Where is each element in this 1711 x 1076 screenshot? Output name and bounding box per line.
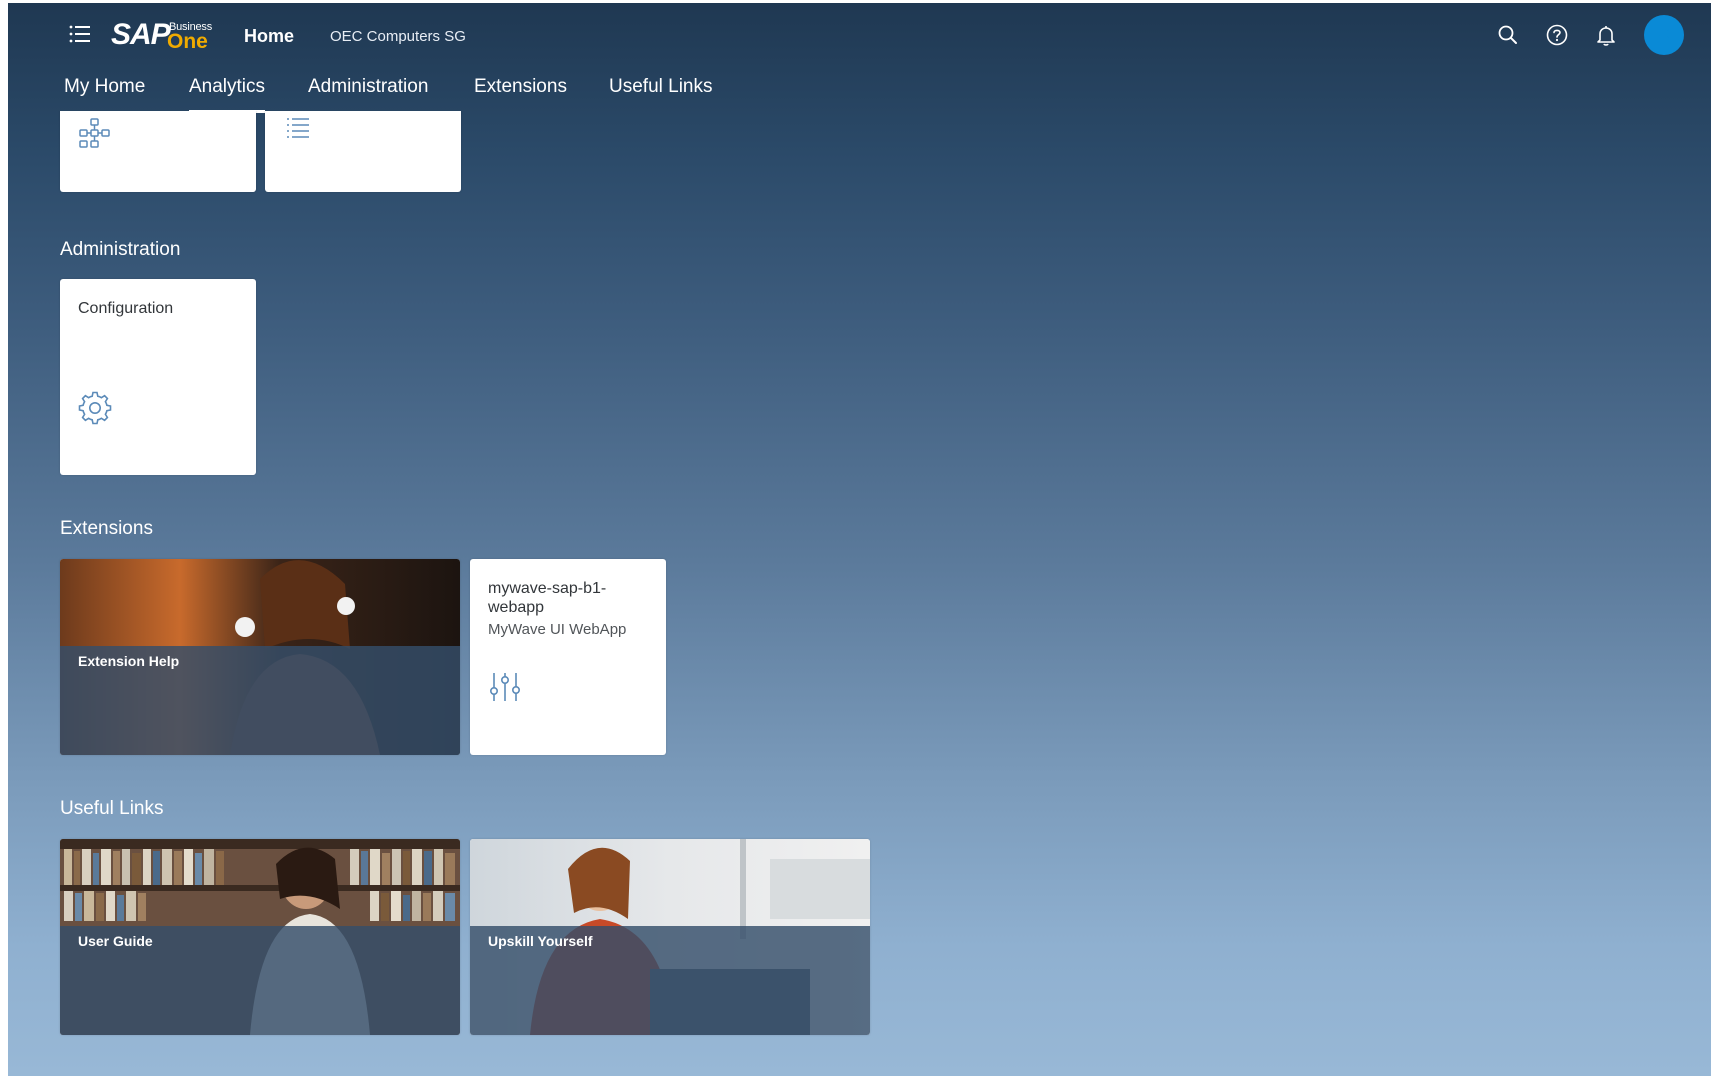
shell-bar: SAP Business One Home OEC Computers SG C: [8, 3, 1711, 65]
section-title-useful-links: Useful Links: [60, 798, 164, 819]
user-guide-tile[interactable]: User Guide: [60, 839, 460, 1035]
tile-title: mywave-sap-b1-webapp: [488, 580, 607, 616]
menu-icon[interactable]: [68, 23, 92, 45]
tab-extensions[interactable]: Extensions: [474, 75, 567, 113]
gear-icon: [78, 391, 112, 430]
sliders-icon: [488, 671, 522, 708]
tab-useful-links[interactable]: Useful Links: [609, 75, 713, 113]
tile-title: Configuration: [78, 300, 174, 317]
section-title-administration: Administration: [60, 239, 181, 260]
logo-one: One: [167, 30, 208, 53]
app-window: SAP Business One Home OEC Computers SG C…: [8, 3, 1711, 1076]
section-title-extensions: Extensions: [60, 518, 153, 539]
tab-my-home[interactable]: My Home: [64, 75, 145, 113]
tab-analytics[interactable]: Analytics: [189, 75, 266, 113]
analytics-tile-2[interactable]: [265, 111, 461, 192]
tile-title: Upskill Yourself: [488, 933, 593, 949]
tab-bar: My Home Analytics Administration Extensi…: [8, 65, 1711, 113]
tile-subtitle: MyWave UI WebApp: [488, 621, 627, 638]
tile-title: Extension Help: [78, 653, 180, 669]
analytics-tile-1[interactable]: [60, 111, 256, 192]
page-content: Administration Configuration Extensions: [8, 111, 1711, 1076]
logo-sap: SAP: [111, 18, 171, 51]
mywave-webapp-tile[interactable]: mywave-sap-b1-webapp MyWave UI WebApp: [470, 559, 666, 755]
search-icon[interactable]: [1496, 23, 1520, 47]
shell-title: Home: [244, 26, 295, 46]
bell-icon[interactable]: [1594, 23, 1618, 47]
configuration-tile[interactable]: Configuration: [60, 279, 256, 475]
extension-help-tile[interactable]: Extension Help: [60, 559, 460, 755]
avatar-initial: C: [1658, 26, 1670, 43]
user-avatar[interactable]: C: [1644, 15, 1684, 55]
tab-administration[interactable]: Administration: [308, 75, 428, 113]
help-icon[interactable]: [1545, 23, 1569, 47]
tile-title: User Guide: [78, 933, 153, 949]
list-icon: [283, 115, 313, 150]
company-name: OEC Computers SG: [330, 28, 466, 45]
network-icon: [78, 117, 112, 154]
upskill-yourself-tile[interactable]: Upskill Yourself: [470, 839, 870, 1035]
